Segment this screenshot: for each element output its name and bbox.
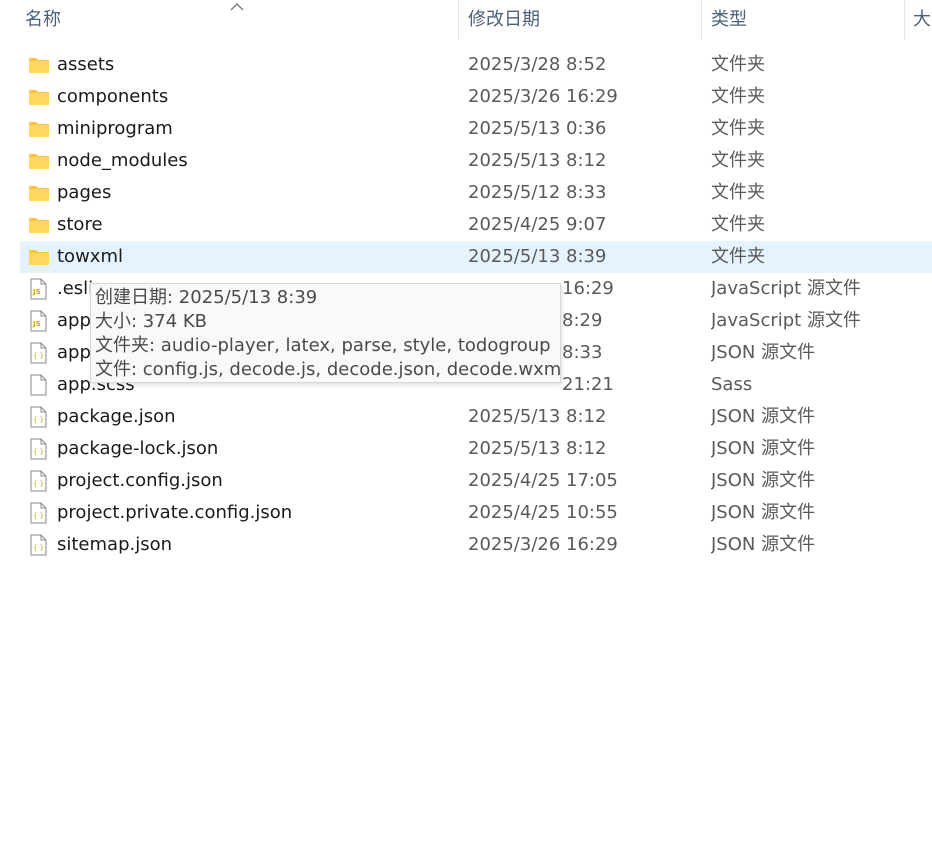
file-row[interactable]: assets 2025/3/28 8:52 文件夹 bbox=[0, 49, 932, 81]
file-row[interactable]: node_modules 2025/5/13 8:12 文件夹 bbox=[0, 145, 932, 177]
file-row[interactable]: { } project.config.json 2025/4/25 17:05 JSO… bbox=[0, 465, 932, 497]
svg-text:{ }: { } bbox=[33, 416, 44, 424]
svg-text:JS: JS bbox=[32, 288, 41, 296]
file-name: node_modules bbox=[57, 150, 188, 171]
file-row[interactable]: { } package-lock.json 2025/5/13 8:12 JSON 源… bbox=[0, 433, 932, 465]
folder-icon bbox=[28, 151, 50, 171]
file-modified-date: 2025/5/12 8:33 bbox=[468, 182, 607, 203]
file-modified-date: 2025/3/26 16:29 bbox=[468, 534, 618, 555]
svg-text:{ }: { } bbox=[33, 448, 44, 456]
file-name: project.config.json bbox=[57, 470, 223, 491]
file-row[interactable]: components 2025/3/26 16:29 文件夹 bbox=[0, 81, 932, 113]
file-name: sitemap.json bbox=[57, 534, 173, 555]
file-type: 文件夹 bbox=[711, 118, 765, 139]
column-header: 名称 修改日期 类型 大 bbox=[0, 0, 932, 40]
file-name: miniprogram bbox=[57, 118, 173, 139]
file-row[interactable]: store 2025/4/25 9:07 文件夹 bbox=[0, 209, 932, 241]
folder-icon bbox=[28, 119, 50, 139]
file-modified-date: 2025/4/25 9:07 bbox=[468, 214, 607, 235]
folder-icon bbox=[28, 55, 50, 75]
file-name: package-lock.json bbox=[57, 438, 219, 459]
column-divider[interactable] bbox=[904, 0, 905, 40]
file-modified-date: 2025/5/13 0:36 bbox=[468, 118, 607, 139]
svg-text:{ }: { } bbox=[33, 512, 44, 520]
file-row[interactable]: pages 2025/5/12 8:33 文件夹 bbox=[0, 177, 932, 209]
file-type: JSON 源文件 bbox=[711, 438, 816, 459]
js-file-icon: JS bbox=[27, 278, 49, 300]
column-header-size[interactable]: 大 bbox=[913, 0, 931, 40]
file-modified-date: 2025/5/13 8:12 bbox=[468, 406, 607, 427]
tooltip-folders: 文件夹: audio-player, latex, parse, style, … bbox=[95, 335, 551, 356]
file-name: assets bbox=[57, 54, 115, 75]
json-file-icon: { } bbox=[27, 342, 49, 364]
file-type: JavaScript 源文件 bbox=[711, 278, 861, 299]
file-type: 文件夹 bbox=[711, 86, 765, 107]
tooltip-created-date: 创建日期: 2025/5/13 8:39 bbox=[95, 287, 318, 308]
file-name: package.json bbox=[57, 406, 176, 427]
tooltip-size: 大小: 374 KB bbox=[95, 311, 208, 332]
file-modified-date: 2025/4/25 10:55 bbox=[468, 502, 618, 523]
file-type: JSON 源文件 bbox=[711, 470, 816, 491]
json-file-icon: { } bbox=[27, 534, 49, 556]
file-type: 文件夹 bbox=[711, 54, 765, 75]
svg-text:{ }: { } bbox=[33, 480, 44, 488]
file-type: Sass bbox=[711, 374, 753, 395]
column-header-type[interactable]: 类型 bbox=[711, 0, 747, 40]
file-modified-date: 2025/5/13 8:39 bbox=[468, 246, 607, 267]
file-type: JSON 源文件 bbox=[711, 406, 816, 427]
folder-icon bbox=[28, 215, 50, 235]
file-modified-date: 2025/3/26 16:29 bbox=[468, 86, 618, 107]
file-row[interactable]: { } project.private.config.json 2025/4/25 … bbox=[0, 497, 932, 529]
json-file-icon: { } bbox=[27, 438, 49, 460]
file-name: project.private.config.json bbox=[57, 502, 293, 523]
file-modified-date: 2025/4/25 17:05 bbox=[468, 470, 618, 491]
file-type: JSON 源文件 bbox=[711, 342, 816, 363]
file-type: JSON 源文件 bbox=[711, 534, 816, 555]
file-type: 文件夹 bbox=[711, 182, 765, 203]
folder-icon bbox=[28, 183, 50, 203]
tooltip-files: 文件: config.js, decode.js, decode.json, d… bbox=[95, 359, 561, 380]
svg-text:{ }: { } bbox=[33, 352, 44, 360]
svg-text:{ }: { } bbox=[33, 544, 44, 552]
folder-info-tooltip: 创建日期: 2025/5/13 8:39 大小: 374 KB 文件夹: aud… bbox=[90, 283, 561, 383]
json-file-icon: { } bbox=[27, 470, 49, 492]
file-name: pages bbox=[57, 182, 112, 203]
sort-ascending-icon bbox=[229, 0, 245, 11]
svg-text:JS: JS bbox=[32, 320, 41, 328]
file-row[interactable]: miniprogram 2025/5/13 0:36 文件夹 bbox=[0, 113, 932, 145]
folder-icon bbox=[28, 247, 50, 267]
file-row[interactable]: towxml 2025/5/13 8:39 文件夹 bbox=[0, 241, 932, 273]
file-modified-date: 2025/3/28 8:52 bbox=[468, 54, 607, 75]
file-name: components bbox=[57, 86, 169, 107]
file-row[interactable]: { } sitemap.json 2025/3/26 16:29 JSON 源文件 bbox=[0, 529, 932, 561]
file-list-view: 名称 修改日期 类型 大 assets 2025/3/28 8:52 文件夹 comp… bbox=[0, 0, 932, 845]
file-name: towxml bbox=[57, 246, 123, 267]
blank-file-icon bbox=[27, 374, 49, 396]
file-type: JavaScript 源文件 bbox=[711, 310, 861, 331]
js-file-icon: JS bbox=[27, 310, 49, 332]
file-row[interactable]: { } package.json 2025/5/13 8:12 JSON 源文件 bbox=[0, 401, 932, 433]
json-file-icon: { } bbox=[27, 406, 49, 428]
file-type: 文件夹 bbox=[711, 246, 765, 267]
column-divider[interactable] bbox=[458, 0, 459, 40]
file-type: JSON 源文件 bbox=[711, 502, 816, 523]
json-file-icon: { } bbox=[27, 502, 49, 524]
column-divider[interactable] bbox=[701, 0, 702, 40]
file-name: store bbox=[57, 214, 103, 235]
file-type: 文件夹 bbox=[711, 214, 765, 235]
column-header-date[interactable]: 修改日期 bbox=[468, 0, 540, 40]
file-type: 文件夹 bbox=[711, 150, 765, 171]
folder-icon bbox=[28, 87, 50, 107]
file-modified-date: 2025/5/13 8:12 bbox=[468, 438, 607, 459]
file-modified-date: 2025/5/13 8:12 bbox=[468, 150, 607, 171]
column-header-name[interactable]: 名称 bbox=[25, 0, 61, 40]
